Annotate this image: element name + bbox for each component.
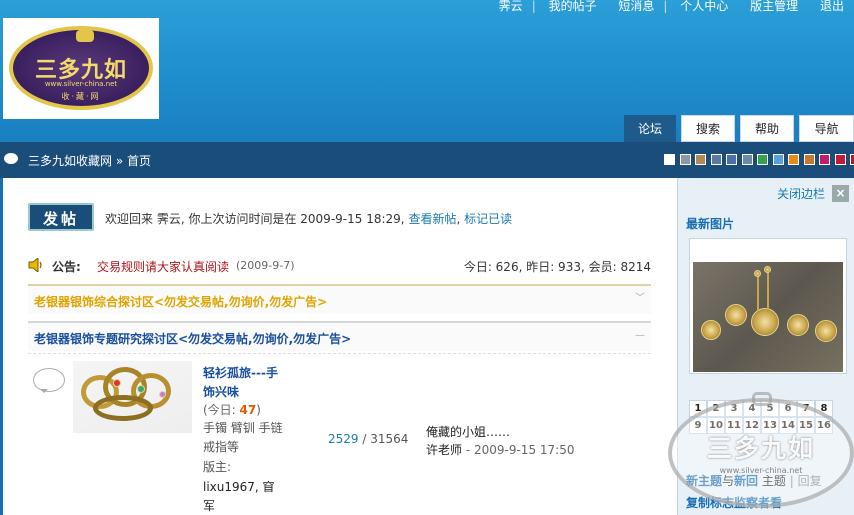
watermark-url: www.silver-china.net [719, 466, 803, 475]
close-icon[interactable]: × [832, 185, 849, 202]
knot-icon [752, 392, 772, 406]
latest-pictures-title: 最新图片 [686, 217, 735, 231]
moderators-list[interactable]: lixu1967, 窅军 [203, 478, 283, 515]
tab-navigation[interactable]: 导航 [799, 115, 854, 142]
latest-picture-frame[interactable] [689, 238, 847, 374]
forum-description: 手镯 臂钏 手链 戒指等 [203, 421, 283, 454]
last-visit-time: 2009-9-15 18:29, [300, 212, 405, 226]
theme-swatch[interactable] [803, 154, 815, 165]
close-sidebar-link[interactable]: 关闭边栏 [777, 185, 825, 202]
announcement-link[interactable]: 交易规则请大家认真阅读 [97, 258, 229, 275]
knot-icon [76, 30, 94, 42]
nav-tabs: 论坛 搜索 帮助 导航 [624, 115, 854, 142]
announcement: 公告: 交易规则请大家认真阅读 (2009-9-7) 今日: 626, 昨日: … [28, 258, 651, 274]
forum-today-count: (今日: 47) [203, 401, 283, 420]
theme-swatch[interactable] [695, 154, 706, 165]
latest-picture[interactable] [693, 262, 843, 372]
breadcrumb-bar: 三多九如收藏网 » 首页 [0, 142, 854, 178]
theme-swatch[interactable] [741, 154, 753, 165]
user-center-link[interactable]: 个人中心 [680, 0, 728, 13]
breadcrumb[interactable]: 三多九如收藏网 » 首页 [28, 152, 151, 169]
section-title[interactable]: 老银器银饰专题研究探讨区<勿发交易帖,勿询价,勿发广告> [34, 330, 351, 347]
forum-status-icon [33, 368, 65, 393]
tab-forum[interactable]: 论坛 [624, 115, 676, 142]
view-new-posts-link[interactable]: 查看新帖 [408, 212, 456, 226]
welcome-comma: , [456, 212, 465, 226]
theme-swatch[interactable] [757, 154, 768, 165]
section-title[interactable]: 老银器银饰综合探讨区<勿发交易帖,勿询价,勿发广告> [34, 293, 327, 310]
site-logo[interactable]: 三多九如 www.silver-china.net 收·藏·网 [3, 18, 159, 119]
top-links: 霁云 | 我的帖子 短消息 | 个人中心 版主管理 退出 [498, 0, 844, 13]
post-count: 31564 [370, 432, 409, 446]
tab-search[interactable]: 搜索 [681, 115, 735, 142]
moderator-label: 版主: [203, 460, 232, 474]
main-panel: 发帖 欢迎回来 霁云, 你上次访问时间是在 2009-9-15 18:29, 查… [3, 178, 677, 515]
last-post-meta: 许老师 - 2009-9-15 17:50 [426, 441, 574, 458]
new-post-button[interactable]: 发帖 [28, 203, 94, 231]
moderator-link[interactable]: 版主管理 [750, 0, 798, 13]
last-post-time: - 2009-9-15 17:50 [462, 443, 575, 457]
theme-swatch[interactable] [788, 154, 799, 165]
theme-swatch[interactable] [772, 154, 784, 165]
tab-help[interactable]: 帮助 [740, 115, 794, 142]
mark-read-link[interactable]: 标记已读 [464, 212, 512, 226]
today-prefix: (今日: [203, 403, 240, 417]
theme-swatch[interactable] [664, 154, 675, 165]
forum-stats: 今日: 626, 昨日: 933, 会员: 8214 [463, 260, 651, 274]
today-number: 47 [239, 403, 257, 417]
messages-link[interactable]: 短消息 [618, 0, 654, 13]
forum-thumbnail[interactable] [73, 361, 192, 433]
logo-subtitle: 收·藏·网 [61, 92, 101, 101]
section-header-general[interactable]: 老银器银饰综合探讨区<勿发交易帖,勿询价,勿发广告> ﹀ [28, 284, 651, 314]
last-post-title[interactable]: 俺藏的小姐…… [426, 423, 510, 440]
forum-counts: 2529 / 31564 [328, 432, 408, 446]
logout-link[interactable]: 退出 [820, 0, 844, 13]
my-posts-link[interactable]: 我的帖子 [549, 0, 597, 13]
welcome-text: 欢迎回来 霁云, 你上次访问时间是在 [105, 212, 297, 226]
chat-bubble-icon [4, 153, 18, 164]
forum-name-link[interactable]: 轻衫孤旅---手饰兴味 [203, 364, 283, 402]
theme-swatch[interactable] [850, 154, 854, 165]
theme-swatch[interactable] [679, 154, 691, 165]
announcement-label: 公告: [52, 260, 81, 274]
logo-badge: 三多九如 www.silver-china.net 收·藏·网 [9, 26, 153, 110]
theme-swatch[interactable] [834, 154, 846, 165]
today-suffix: ) [256, 403, 261, 417]
announcement-date: (2009-9-7) [236, 259, 295, 272]
theme-swatch[interactable] [726, 154, 737, 165]
watermark-logo: 三多九如 www.silver-china.net [668, 392, 854, 508]
section-header-special[interactable]: 老银器银饰专题研究探讨区<勿发交易帖,勿询价,勿发广告> — [28, 321, 651, 351]
chevron-down-icon[interactable]: ﹀ [635, 294, 645, 304]
user-name-link[interactable]: 霁云 [499, 0, 523, 13]
theme-swatch[interactable] [819, 154, 830, 165]
count-separator: / [358, 432, 371, 446]
logo-url: www.silver-china.net [44, 80, 118, 88]
welcome-message: 欢迎回来 霁云, 你上次访问时间是在 2009-9-15 18:29, 查看新帖… [105, 210, 512, 227]
header: 霁云 | 我的帖子 短消息 | 个人中心 版主管理 退出 三多九如 www.silv… [0, 0, 854, 142]
last-post-author[interactable]: 许老师 [426, 443, 462, 457]
collapse-icon[interactable]: — [635, 331, 645, 341]
divider [28, 353, 651, 354]
theme-swatch[interactable] [710, 154, 722, 165]
speaker-icon [28, 258, 42, 272]
watermark-title: 三多九如 [706, 434, 815, 463]
topic-count: 2529 [328, 432, 359, 446]
